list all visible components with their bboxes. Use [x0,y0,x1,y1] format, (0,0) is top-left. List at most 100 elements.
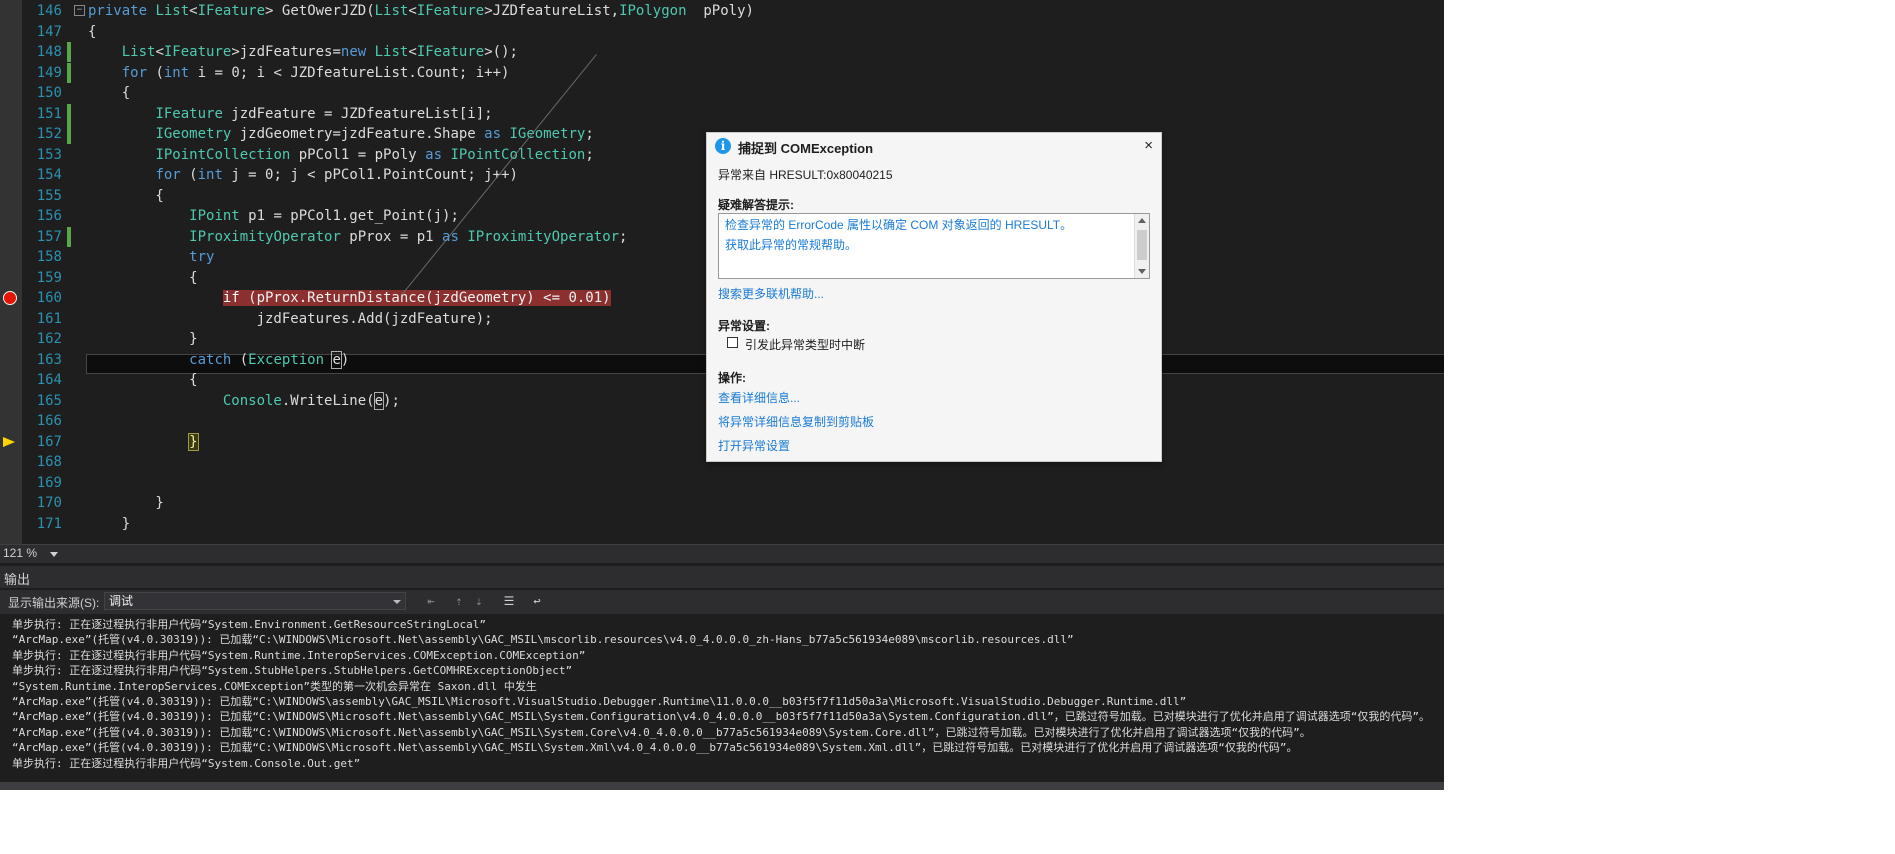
code-text[interactable]: catch (Exception e) [88,350,349,370]
break-on-exception-label[interactable]: 引发此异常类型时中断 [745,336,865,353]
popup-header: i 捕捉到 COMException × [707,133,1161,159]
code-text[interactable]: IProximityOperator pProx = p1 as IProxim… [88,227,627,247]
output-line: “ArcMap.exe”(托管(v4.0.30319)): 已加载“C:\WIN… [12,725,1311,739]
code-text[interactable]: { [88,22,96,42]
code-line[interactable]: 149 for (int i = 0; i < JZDfeatureList.C… [0,62,1444,83]
code-text[interactable]: { [88,268,197,288]
previous-message-icon[interactable]: ⇡ [452,594,466,608]
change-marker [67,226,71,247]
code-text[interactable]: { [88,186,163,206]
output-line: 单步执行: 正在逐过程执行非用户代码“System.Runtime.Intero… [12,648,586,662]
code-text[interactable]: } [88,329,197,349]
code-line[interactable]: 171 } [0,514,1444,534]
exception-title: 捕捉到 COMException [738,141,874,156]
breakpoint-icon[interactable] [3,291,17,305]
output-line: 单步执行: 正在逐过程执行非用户代码“System.StubHelpers.St… [12,664,573,678]
output-line: “ArcMap.exe”(托管(v4.0.30319)): 已加载“C:\WIN… [12,633,1074,647]
line-number: 161 [36,310,62,327]
code-text[interactable]: try [88,247,214,267]
line-number: 166 [36,413,62,429]
code-line[interactable]: 148 List<IFeature>jzdFeatures=new List<I… [0,42,1444,62]
code-text[interactable]: private List<IFeature> GetOwerJZD(List<I… [88,1,754,21]
line-number: 162 [36,331,62,347]
line-number: 164 [36,372,62,388]
code-line[interactable]: 170 } [0,493,1444,513]
code-line[interactable]: 146 − private List<IFeature> GetOwerJZD(Li… [0,1,1444,21]
code-text[interactable]: IPoint p1 = pPCol1.get_Point(j); [88,206,459,226]
output-toolbar: 显示输出来源(S): 调试 ⇤ ⇡ ⇣ ☰ ↩ [0,590,1444,614]
code-text[interactable]: Console.WriteLine(e); [88,391,400,411]
line-number: 165 [36,392,62,409]
info-icon: i [715,138,731,154]
code-text[interactable]: jzdFeatures.Add(jzdFeature); [88,309,493,329]
chevron-down-icon[interactable] [50,552,58,557]
code-text[interactable]: IPointCollection pPCol1 = pPoly as IPoin… [88,145,593,165]
output-line: “System.Runtime.InteropServices.COMExcep… [12,679,537,693]
output-panel-header: 输出 [0,566,1444,588]
code-line[interactable]: 151 IFeature jzdFeature = JZDfeatureList… [0,103,1444,124]
code-text[interactable]: { [88,83,130,103]
more-help-link[interactable]: 搜索更多联机帮助... [718,285,824,302]
line-number: 160 [36,290,62,306]
output-text[interactable]: 单步执行: 正在逐过程执行非用户代码“System.Environment.Ge… [0,616,1444,782]
close-button[interactable]: × [1144,137,1153,154]
tips-scrollbar[interactable] [1134,214,1149,278]
code-text[interactable]: } [88,432,199,452]
scroll-up-icon[interactable] [1138,218,1146,223]
change-marker [67,124,71,144]
break-on-exception-checkbox[interactable] [727,337,738,348]
find-message-icon[interactable]: ⇤ [424,594,438,608]
code-text[interactable]: for (int j = 0; j < pPCol1.PointCount; j… [88,165,517,185]
tips-heading: 疑难解答提示: [718,198,794,212]
clear-all-icon[interactable]: ☰ [502,594,516,608]
view-details-link[interactable]: 查看详细信息... [718,389,800,406]
copy-details-link[interactable]: 将异常详细信息复制到剪贴板 [718,413,874,430]
code-text[interactable]: if (pProx.ReturnDistance(jzdGeometry) <=… [88,288,611,308]
output-horizontal-scrollbar[interactable] [0,782,1444,790]
line-number: 146 [36,3,62,19]
output-line: 单步执行: 正在逐过程执行非用户代码“System.Environment.Ge… [12,618,487,631]
line-number: 159 [36,269,62,286]
line-number: 171 [36,515,62,532]
code-line[interactable]: 147 { [0,22,1444,42]
line-number: 157 [36,228,62,245]
next-message-icon[interactable]: ⇣ [472,594,486,608]
code-text[interactable]: for (int i = 0; i < JZDfeatureList.Count… [88,63,510,83]
line-number: 155 [36,187,62,204]
code-text[interactable]: } [88,514,130,534]
scroll-down-icon[interactable] [1138,269,1146,274]
line-number: 148 [36,44,62,60]
line-number: 153 [36,146,62,163]
code-text[interactable]: } [88,493,163,513]
output-source-select[interactable]: 调试 [104,592,406,610]
code-text[interactable]: IFeature jzdFeature = JZDfeatureList[i]; [88,104,492,124]
code-text[interactable]: List<IFeature>jzdFeatures=new List<IFeat… [88,42,518,62]
line-number: 149 [36,64,62,81]
line-number: 154 [36,167,62,183]
line-number: 152 [36,126,62,142]
word-wrap-icon[interactable]: ↩ [530,594,544,608]
troubleshooting-tips-list[interactable]: 检查异常的 ErrorCode 属性以确定 COM 对象返回的 HRESULT。… [718,213,1150,279]
line-number: 163 [36,351,62,368]
line-number: 156 [36,208,62,224]
code-text[interactable]: IGeometry jzdGeometry=jzdFeature.Shape a… [88,124,593,144]
line-number: 150 [36,85,62,101]
zoom-level[interactable]: 121 % [3,546,37,560]
line-number: 168 [36,454,62,470]
visual-studio-window: 146 − private List<IFeature> GetOwerJZD(Li… [0,0,1444,790]
tip-link-general-help[interactable]: 获取此异常的常规帮助。 [725,236,857,253]
code-line[interactable]: 150 { [0,83,1444,103]
collapse-region-icon[interactable]: − [74,5,85,16]
line-number: 151 [36,105,62,122]
line-number: 158 [36,249,62,265]
line-number: 147 [36,23,62,40]
open-exception-settings-link[interactable]: 打开异常设置 [718,437,790,454]
tip-link-errorcode[interactable]: 检查异常的 ErrorCode 属性以确定 COM 对象返回的 HRESULT。 [725,216,1072,233]
exception-helper-popup: i 捕捉到 COMException × 异常来自 HRESULT:0x8004… [706,132,1162,462]
scroll-thumb[interactable] [1137,230,1147,260]
settings-heading: 异常设置: [718,319,770,333]
output-line: 单步执行: 正在逐过程执行非用户代码“System.Console.Out.ge… [12,756,361,770]
current-statement-arrow-icon[interactable] [3,436,15,447]
code-text[interactable]: { [88,370,197,390]
code-line[interactable]: 169 [0,473,1444,493]
